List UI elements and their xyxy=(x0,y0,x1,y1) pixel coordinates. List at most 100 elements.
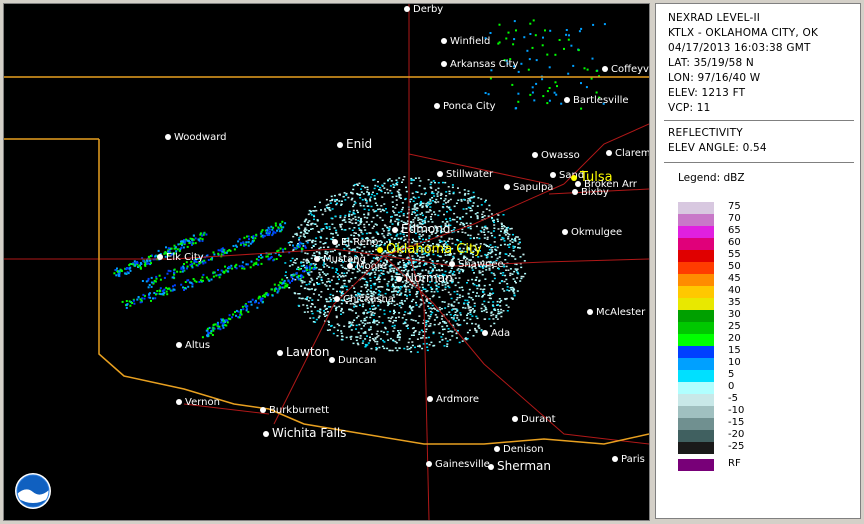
echo-speck xyxy=(352,184,355,187)
echo-speck xyxy=(243,244,246,247)
city-name: Ponca City xyxy=(443,101,496,112)
echo-speck xyxy=(514,240,517,242)
echo-speck xyxy=(397,262,400,264)
echo-speck xyxy=(462,208,465,210)
echo-speck xyxy=(446,211,448,213)
echo-speck xyxy=(306,252,309,255)
echo-speck xyxy=(284,274,287,277)
echo-speck xyxy=(390,275,393,278)
city-marker-icon xyxy=(157,254,163,260)
echo-speck xyxy=(212,275,215,278)
echo-speck xyxy=(320,276,323,278)
echo-speck xyxy=(397,237,400,240)
echo-speck xyxy=(306,297,308,299)
echo-speck xyxy=(526,49,529,52)
echo-speck xyxy=(467,305,470,307)
echo-speck xyxy=(321,271,324,273)
echo-speck xyxy=(532,19,535,22)
echo-speck xyxy=(404,311,407,313)
echo-speck xyxy=(277,226,280,229)
echo-speck xyxy=(316,283,319,285)
echo-speck xyxy=(436,316,439,318)
echo-speck xyxy=(412,319,415,322)
echo-speck xyxy=(393,324,396,327)
echo-speck xyxy=(477,295,480,297)
echo-speck xyxy=(426,300,429,303)
echo-speck xyxy=(366,217,369,219)
echo-speck xyxy=(396,349,399,352)
echo-speck xyxy=(326,281,328,283)
echo-speck xyxy=(417,345,419,347)
echo-speck xyxy=(309,317,312,319)
echo-speck xyxy=(336,276,339,278)
echo-speck xyxy=(448,238,451,240)
echo-speck xyxy=(350,338,352,340)
echo-speck xyxy=(468,329,471,331)
echo-speck xyxy=(484,201,487,203)
echo-speck xyxy=(535,59,538,62)
echo-speck xyxy=(374,340,377,343)
echo-speck xyxy=(304,231,306,233)
echo-speck xyxy=(265,232,268,235)
echo-speck xyxy=(116,267,118,270)
echo-speck xyxy=(330,232,333,235)
echo-speck xyxy=(498,312,501,315)
echo-speck xyxy=(398,339,401,341)
echo-speck xyxy=(595,69,598,72)
echo-speck xyxy=(397,211,400,214)
echo-speck xyxy=(324,311,327,314)
echo-speck xyxy=(363,226,366,228)
echo-speck xyxy=(477,324,480,327)
echo-speck xyxy=(565,33,568,36)
echo-speck xyxy=(321,282,324,284)
echo-speck xyxy=(476,216,479,218)
echo-speck xyxy=(363,312,365,315)
echo-speck xyxy=(375,333,378,335)
echo-speck xyxy=(291,264,294,266)
echo-speck xyxy=(393,327,396,329)
echo-speck xyxy=(210,332,213,335)
echo-speck xyxy=(372,216,375,219)
echo-speck xyxy=(406,216,409,218)
radar-map[interactable]: Derby Winfield Arkansas City Coffeyv Bartles… xyxy=(3,3,650,521)
echo-speck xyxy=(442,181,444,184)
echo-speck xyxy=(411,309,414,312)
echo-speck xyxy=(255,233,258,236)
echo-speck xyxy=(555,93,558,96)
legend-level-label: 25 xyxy=(728,321,741,332)
echo-speck xyxy=(479,288,482,290)
echo-speck xyxy=(398,215,401,217)
echo-speck xyxy=(360,320,363,322)
echo-speck xyxy=(205,329,208,332)
echo-speck xyxy=(257,255,260,258)
echo-speck xyxy=(514,107,517,110)
echo-speck xyxy=(451,309,454,311)
echo-speck xyxy=(371,311,374,314)
echo-speck xyxy=(182,286,184,289)
echo-speck xyxy=(398,294,401,296)
echo-speck xyxy=(339,226,342,228)
echo-speck xyxy=(396,293,399,296)
echo-speck xyxy=(352,188,355,191)
echo-speck xyxy=(339,216,342,219)
echo-speck xyxy=(480,231,483,233)
echo-speck xyxy=(413,206,416,208)
echo-speck xyxy=(378,346,381,349)
echo-speck xyxy=(185,267,188,270)
city-marker-icon xyxy=(314,256,320,262)
echo-speck xyxy=(330,298,333,301)
echo-speck xyxy=(182,246,185,249)
city-marker-icon xyxy=(449,261,455,267)
echo-speck xyxy=(310,223,313,226)
echo-speck xyxy=(382,273,385,275)
echo-speck xyxy=(376,185,379,188)
echo-speck xyxy=(137,265,140,268)
city-marker-icon xyxy=(329,357,335,363)
echo-speck xyxy=(263,234,266,237)
echo-speck xyxy=(505,278,508,281)
echo-speck xyxy=(476,205,479,207)
echo-speck xyxy=(517,100,520,103)
echo-speck xyxy=(523,260,526,262)
echo-speck xyxy=(265,255,268,258)
city-name: Derby xyxy=(413,4,444,15)
